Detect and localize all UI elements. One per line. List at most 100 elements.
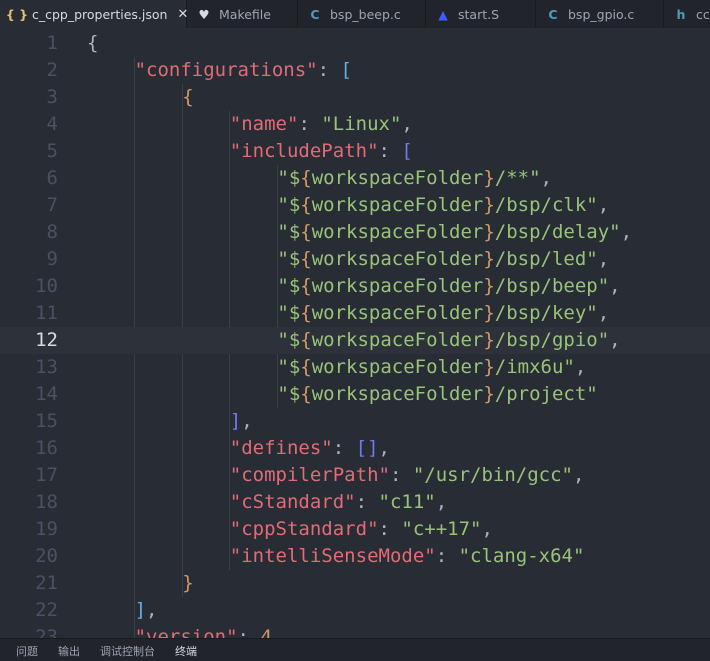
- code-token: "includePath": [229, 140, 379, 162]
- code-row[interactable]: "intelliSenseMode": "clang-x64": [0, 543, 710, 570]
- code-token: ,: [146, 599, 158, 621]
- code-row[interactable]: "cppStandard": "c++17",: [0, 516, 710, 543]
- code-token: /bsp/delay": [494, 221, 621, 243]
- code-row[interactable]: "${workspaceFolder}/imx6u",: [0, 354, 710, 381]
- code-row[interactable]: "cStandard": "c11",: [0, 489, 710, 516]
- code-token: "c++17": [401, 518, 482, 540]
- tab-label: Makefile: [219, 6, 271, 22]
- line-number: 16: [35, 437, 58, 459]
- code-token: workspaceFolder: [311, 356, 484, 378]
- code-token: ,: [435, 491, 448, 513]
- code-token: :: [355, 491, 379, 513]
- code-line: "cppStandard": "c++17",: [230, 516, 493, 543]
- line-number: 21: [35, 572, 58, 594]
- code-row[interactable]: ],: [0, 408, 710, 435]
- code-token: ,: [597, 248, 610, 270]
- panel-tab-1[interactable]: 输出: [58, 643, 80, 661]
- code-lines[interactable]: {"configurations": [{"name": "Linux", "in…: [0, 28, 710, 638]
- code-row[interactable]: "version": 4: [0, 624, 710, 638]
- line-number: 22: [35, 599, 58, 621]
- c-file-icon: C: [548, 6, 558, 22]
- editor-tab-c-cpp-properties-json[interactable]: { } c_cpp_properties.json ✕: [0, 0, 188, 28]
- code-row[interactable]: "includePath": [: [0, 138, 710, 165]
- panel-tab-3[interactable]: 终端: [175, 643, 197, 661]
- code-token: ,: [401, 113, 413, 135]
- code-row[interactable]: "${workspaceFolder}/bsp/led",: [0, 246, 710, 273]
- code-token: "$: [277, 329, 301, 351]
- code-token: workspaceFolder: [311, 194, 484, 216]
- asm-file-icon: ▲: [438, 6, 448, 22]
- tab-label: start.S: [458, 6, 500, 22]
- code-token: /bsp/clk": [494, 194, 598, 216]
- code-row[interactable]: "${workspaceFolder}/**",: [0, 165, 710, 192]
- code-row[interactable]: "name": "Linux",: [0, 111, 710, 138]
- editor-tab-makefile[interactable]: ♥ Makefile: [187, 0, 298, 28]
- editor-tab-start-s[interactable]: ▲ start.S: [426, 0, 536, 28]
- code-row[interactable]: "${workspaceFolder}/bsp/gpio",: [0, 327, 710, 354]
- code-token: "configurations": [134, 59, 318, 81]
- code-token: "$: [277, 356, 301, 378]
- code-token: {: [300, 194, 312, 216]
- line-number: 6: [46, 167, 58, 189]
- code-row[interactable]: {: [0, 30, 710, 57]
- code-token: "intelliSenseMode": [229, 545, 436, 567]
- code-token: {: [182, 86, 194, 108]
- code-token: ]: [134, 599, 147, 621]
- editor-tab-bsp-gpio-c[interactable]: Cbsp_gpio.c: [536, 0, 664, 28]
- code-token: "$: [277, 221, 301, 243]
- editor-tab-bsp-beep-c[interactable]: Cbsp_beep.c: [298, 0, 426, 28]
- code-token: :: [389, 464, 413, 486]
- code-row[interactable]: }: [0, 570, 710, 597]
- code-token: []: [355, 437, 379, 459]
- code-token: ,: [609, 275, 621, 297]
- code-line: "cStandard": "c11",: [230, 489, 447, 516]
- code-token: ,: [574, 356, 587, 378]
- code-row[interactable]: "defines": [],: [0, 435, 710, 462]
- code-token: "$: [277, 167, 301, 189]
- code-row[interactable]: "configurations": [: [0, 57, 710, 84]
- json-braces-icon: { }: [5, 6, 29, 22]
- c-file-icon: C: [310, 6, 320, 22]
- code-token: }: [483, 221, 495, 243]
- tab-label: bsp_beep.c: [330, 6, 401, 22]
- code-token: {: [300, 167, 312, 189]
- code-token: :: [298, 113, 322, 135]
- code-token: {: [300, 383, 312, 405]
- code-row[interactable]: "${workspaceFolder}/bsp/key",: [0, 300, 710, 327]
- panel-tab-2[interactable]: 调试控制台: [100, 643, 155, 661]
- line-number: 7: [46, 194, 58, 216]
- editor-tab-bar: { } c_cpp_properties.json ✕ ♥ Makefile Cbsp_b…: [0, 0, 710, 28]
- code-token: /**": [494, 167, 541, 189]
- code-line: "${workspaceFolder}/imx6u",: [277, 354, 586, 381]
- code-line: "configurations": [: [135, 57, 352, 84]
- code-token: :: [378, 140, 402, 162]
- code-line: }: [182, 570, 193, 597]
- code-token: /bsp/led": [494, 248, 598, 270]
- code-token: {: [300, 248, 312, 270]
- code-token: workspaceFolder: [311, 167, 484, 189]
- code-token: }: [483, 383, 495, 405]
- line-number: 4: [46, 113, 58, 135]
- code-row[interactable]: ],: [0, 597, 710, 624]
- line-number: 19: [35, 518, 58, 540]
- line-number: 13: [35, 356, 58, 378]
- editor-tab-cc-h[interactable]: h cc.h: [664, 0, 710, 28]
- code-row[interactable]: "${workspaceFolder}/bsp/clk",: [0, 192, 710, 219]
- code-token: "cppStandard": [229, 518, 379, 540]
- code-token: }: [182, 572, 194, 594]
- panel-tab-0[interactable]: 问题: [16, 643, 38, 661]
- line-number: 8: [46, 221, 58, 243]
- code-token: /bsp/key": [494, 302, 598, 324]
- code-row[interactable]: "${workspaceFolder}/bsp/beep",: [0, 273, 710, 300]
- code-row[interactable]: "${workspaceFolder}/project": [0, 381, 710, 408]
- code-token: 4: [260, 626, 272, 638]
- code-row[interactable]: "compilerPath": "/usr/bin/gcc",: [0, 462, 710, 489]
- code-row[interactable]: {: [0, 84, 710, 111]
- code-row[interactable]: "${workspaceFolder}/bsp/delay",: [0, 219, 710, 246]
- code-line: "${workspaceFolder}/bsp/gpio",: [277, 327, 620, 354]
- code-token: }: [483, 248, 495, 270]
- editor-area[interactable]: {"configurations": [{"name": "Linux", "in…: [0, 28, 710, 638]
- code-token: workspaceFolder: [311, 302, 484, 324]
- code-token: "$: [277, 194, 301, 216]
- code-token: workspaceFolder: [311, 329, 484, 351]
